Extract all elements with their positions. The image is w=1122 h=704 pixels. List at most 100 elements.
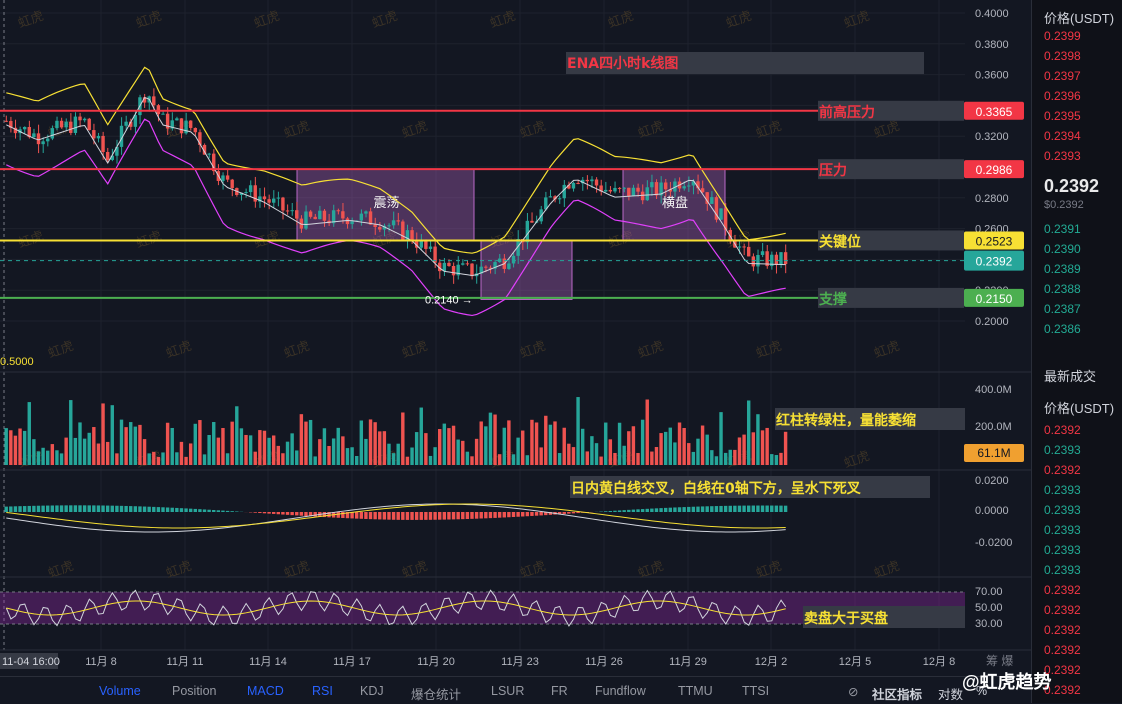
range-box — [481, 240, 572, 299]
candle-body — [687, 186, 690, 187]
tab-fundflow[interactable]: Fundflow — [595, 684, 646, 698]
volume-bar — [258, 430, 261, 465]
log-scale-toggle[interactable]: 对数 — [938, 684, 963, 703]
macd-hist-bar — [180, 508, 183, 512]
volume-bar — [51, 444, 54, 465]
macd-hist-bar — [221, 511, 224, 512]
macd-hist-bar — [392, 512, 395, 520]
volume-bar — [55, 450, 58, 465]
macd-hist-bar — [106, 506, 109, 512]
volume-bar — [765, 428, 768, 465]
tab-volume[interactable]: Volume — [99, 684, 141, 698]
indicator-tab-bar: Volume Position MACD RSI KDJ 爆仓统计 LSUR FR Fundfl… — [0, 676, 1031, 704]
candle-body — [69, 122, 72, 133]
tab-ttmu[interactable]: TTMU — [678, 684, 713, 698]
macd-hist-bar — [567, 512, 570, 514]
macd-hist-bar — [609, 511, 612, 512]
candle-body — [341, 211, 344, 218]
tab-kdj[interactable]: KDJ — [360, 684, 384, 698]
x-tick-label: 12月 8 — [923, 656, 955, 668]
macd-hist-bar — [719, 506, 722, 512]
volume-bar — [632, 426, 635, 465]
candle-body — [627, 188, 630, 196]
macd-hist-bar — [692, 507, 695, 512]
candle-body — [420, 241, 423, 248]
candle-body — [655, 182, 658, 195]
volume-bar — [609, 439, 612, 465]
macd-hist-bar — [539, 512, 542, 515]
tab-ttsi[interactable]: TTSI — [742, 684, 769, 698]
volume-bar — [489, 413, 492, 465]
candle-body — [281, 198, 284, 211]
volume-bar — [281, 453, 284, 465]
tab-macd[interactable]: MACD — [247, 684, 284, 698]
tab-fr[interactable]: FR — [551, 684, 568, 698]
macd-hist-bar — [397, 512, 400, 520]
volume-bar — [360, 420, 363, 465]
macd-hist-bar — [295, 512, 298, 515]
tab-rsi[interactable]: RSI — [312, 684, 333, 698]
trades-price-header: 价格(USDT) — [1044, 398, 1114, 417]
volume-bar — [470, 456, 473, 465]
rsi-tick: 30.00 — [975, 618, 1003, 630]
candle-body — [586, 180, 589, 181]
tab-爆仓统计[interactable]: 爆仓统计 — [411, 684, 461, 703]
ask-price: 0.2397 — [1044, 69, 1081, 83]
volume-bar — [332, 438, 335, 465]
range-box-label: 横盘 — [662, 195, 688, 211]
chart-canvas[interactable]: 0.40000.38000.36000.34000.32000.30000.28… — [0, 0, 1031, 676]
candle-body — [161, 114, 164, 115]
volume-bar — [544, 416, 547, 465]
candle-body — [387, 225, 390, 226]
range-box-label: 震荡 — [374, 196, 400, 211]
level-price-text: 0.2523 — [976, 234, 1013, 248]
volume-bar — [350, 447, 353, 465]
volume-bar — [627, 431, 630, 465]
macd-hist-bar — [92, 505, 95, 512]
macd-hist-bar — [682, 507, 685, 512]
side-tools[interactable]: 筹 爆 — [986, 652, 1013, 669]
macd-hist-bar — [373, 512, 376, 519]
candle-body — [784, 252, 787, 264]
tab-lsur[interactable]: LSUR — [491, 684, 524, 698]
community-indicators-button[interactable]: 社区指标 — [872, 684, 922, 703]
level-label: 前高压力 — [819, 104, 875, 121]
macd-hist-bar — [78, 505, 81, 512]
candle-body — [397, 220, 400, 221]
candle-body — [286, 210, 289, 211]
candle-body — [466, 263, 469, 264]
volume-bar — [254, 452, 257, 465]
volume-bar — [535, 422, 538, 465]
volume-bar — [493, 415, 496, 465]
macd-hist-bar — [64, 505, 67, 512]
volume-bar — [752, 432, 755, 465]
candle-body — [60, 121, 63, 128]
volume-bar — [161, 452, 164, 465]
volume-bar — [710, 450, 713, 465]
macd-hist-bar — [489, 512, 492, 518]
trade-price: 0.2392 — [1044, 423, 1081, 437]
volume-bar — [337, 428, 340, 465]
volume-bar — [553, 421, 556, 465]
volume-bar — [138, 425, 141, 465]
macd-hist-bar — [55, 505, 58, 512]
macd-hist-bar — [650, 509, 653, 512]
candle-body — [756, 255, 759, 266]
candle-body — [323, 211, 326, 221]
trade-price: 0.2393 — [1044, 523, 1081, 537]
volume-bar — [433, 447, 436, 465]
volume-bar — [171, 428, 174, 465]
macd-hist-bar — [433, 512, 436, 520]
tab-position[interactable]: Position — [172, 684, 216, 698]
macd-hist-bar — [669, 508, 672, 512]
volume-bar — [549, 425, 552, 465]
volume-bar — [166, 423, 169, 465]
trades-header[interactable]: 最新成交 — [1044, 366, 1096, 385]
candle-body — [230, 180, 233, 188]
volume-bar — [327, 446, 330, 465]
x-tick-label: 11月 8 — [85, 656, 117, 668]
candle-body — [194, 128, 197, 132]
volume-bar — [406, 457, 409, 465]
candle-body — [595, 179, 598, 185]
macd-hist-bar — [415, 512, 418, 520]
